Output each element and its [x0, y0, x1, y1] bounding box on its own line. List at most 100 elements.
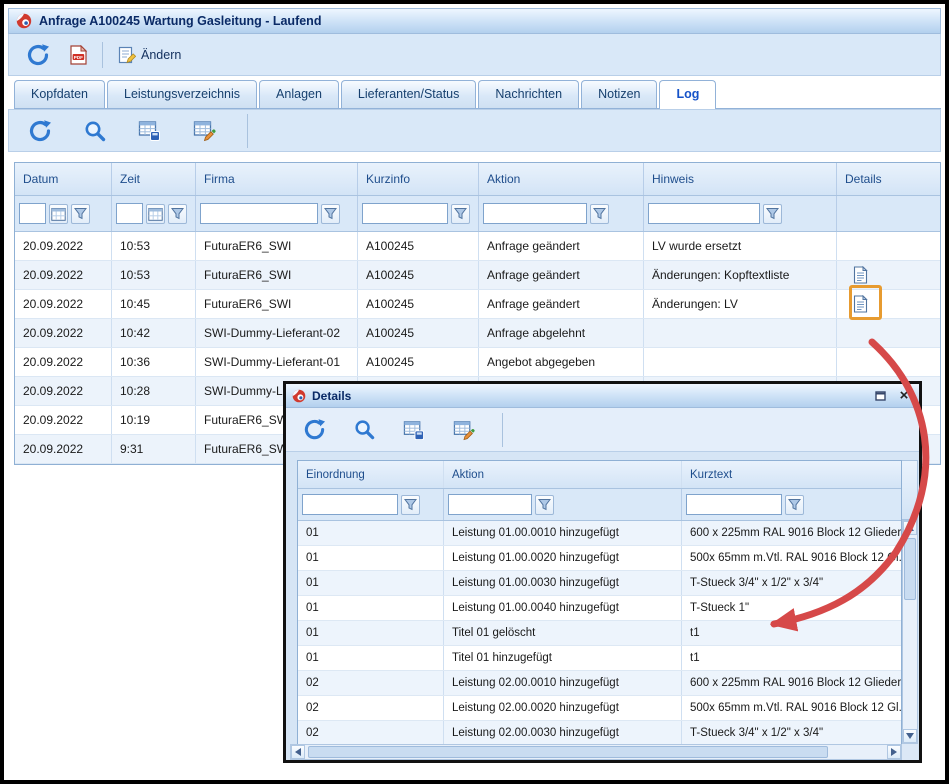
filter-kurztext-input[interactable] — [686, 494, 782, 515]
filter-cell-hinweis — [644, 196, 837, 231]
table-row[interactable]: 01 Leistung 01.00.0040 hinzugefügt T-Stu… — [298, 596, 901, 621]
pdf-export-button[interactable]: PDF — [65, 42, 92, 68]
column-header-datum[interactable]: Datum — [15, 163, 112, 195]
cell-kurzinfo: A100245 — [358, 232, 479, 260]
dialog-export-edit-button[interactable] — [448, 416, 480, 444]
scroll-right-icon[interactable] — [887, 745, 901, 759]
filter-funnel-icon[interactable] — [401, 495, 420, 515]
column-header-kurzinfo[interactable]: Kurzinfo — [358, 163, 479, 195]
table-row[interactable]: 20.09.2022 10:42 SWI-Dummy-Lieferant-02 … — [15, 319, 940, 348]
calendar-icon[interactable] — [49, 204, 68, 224]
filter-zeit-input[interactable] — [116, 203, 143, 224]
grid-export-edit-button[interactable] — [188, 116, 221, 145]
dialog-search-button[interactable] — [349, 416, 380, 443]
filter-einordnung-input[interactable] — [302, 494, 398, 515]
filter-funnel-icon[interactable] — [451, 204, 470, 224]
scroll-down-icon[interactable] — [903, 729, 917, 743]
table-row[interactable]: 02 Leistung 02.00.0030 hinzugefügt T-Stu… — [298, 721, 901, 746]
cell-kurztext: t1 — [682, 646, 901, 670]
cell-aktion: Leistung 01.00.0020 hinzugefügt — [444, 546, 682, 570]
cell-aktion: Leistung 01.00.0030 hinzugefügt — [444, 571, 682, 595]
column-header-kurztext[interactable]: Kurztext — [682, 461, 901, 488]
column-header-firma[interactable]: Firma — [196, 163, 358, 195]
app-logo-icon — [16, 13, 32, 29]
vertical-scrollbar[interactable] — [902, 520, 918, 744]
scrollbar-corner — [902, 744, 918, 760]
tab-lieferanten-status[interactable]: Lieferanten/Status — [341, 80, 476, 108]
filter-hinweis-input[interactable] — [648, 203, 760, 224]
column-header-details[interactable]: Details — [837, 163, 940, 195]
tab-leistungsverzeichnis[interactable]: Leistungsverzeichnis — [107, 80, 257, 108]
table-row[interactable]: 02 Leistung 02.00.0010 hinzugefügt 600 x… — [298, 671, 901, 696]
scrollbar-header-filler — [902, 460, 918, 520]
horizontal-scroll-thumb[interactable] — [308, 746, 828, 758]
column-header-zeit[interactable]: Zeit — [112, 163, 196, 195]
filter-funnel-icon[interactable] — [785, 495, 804, 515]
horizontal-scrollbar[interactable] — [290, 744, 902, 760]
restore-icon[interactable] — [871, 388, 889, 404]
filter-funnel-icon[interactable] — [321, 204, 340, 224]
main-toolbar: PDF Ändern — [8, 34, 941, 76]
tab-notizen[interactable]: Notizen — [581, 80, 657, 108]
highlight-annotation-box — [849, 285, 882, 320]
table-row[interactable]: 01 Leistung 01.00.0010 hinzugefügt 600 x… — [298, 521, 901, 546]
filter-funnel-icon[interactable] — [535, 495, 554, 515]
column-header-aktion[interactable]: Aktion — [444, 461, 682, 488]
vertical-scroll-thumb[interactable] — [904, 538, 916, 600]
refresh-button[interactable] — [21, 40, 55, 70]
grid-refresh-button[interactable] — [23, 116, 57, 146]
aendern-button[interactable]: Ändern — [113, 43, 186, 67]
table-row[interactable]: 02 Leistung 02.00.0020 hinzugefügt 500x … — [298, 696, 901, 721]
filter-aktion-input[interactable] — [448, 494, 532, 515]
cell-aktion: Leistung 01.00.0040 hinzugefügt — [444, 596, 682, 620]
table-row[interactable]: 20.09.2022 10:53 FuturaER6_SWI A100245 A… — [15, 261, 940, 290]
filter-cell-kurztext — [682, 489, 901, 520]
column-header-aktion[interactable]: Aktion — [479, 163, 644, 195]
filter-kurzinfo-input[interactable] — [362, 203, 448, 224]
details-document-icon[interactable] — [853, 266, 868, 284]
column-header-einordnung[interactable]: Einordnung — [298, 461, 444, 488]
filter-funnel-icon[interactable] — [763, 204, 782, 224]
scroll-up-icon[interactable] — [903, 521, 917, 535]
dialog-export-button[interactable] — [398, 416, 430, 444]
tab-nachrichten[interactable]: Nachrichten — [478, 80, 579, 108]
tab-anlagen[interactable]: Anlagen — [259, 80, 339, 108]
details-dialog: Details × — [283, 381, 922, 763]
cell-firma: FuturaER6_SWI — [196, 232, 358, 260]
calendar-icon[interactable] — [146, 204, 165, 224]
cell-hinweis: Änderungen: Kopftextliste — [644, 261, 837, 289]
grid-toolbar — [8, 109, 941, 152]
cell-firma: SWI-Dummy-Lieferant-01 — [196, 348, 358, 376]
dialog-refresh-button[interactable] — [298, 415, 331, 444]
filter-funnel-icon[interactable] — [590, 204, 609, 224]
search-icon — [354, 419, 375, 440]
tab-kopfdaten[interactable]: Kopfdaten — [14, 80, 105, 108]
table-row[interactable]: 20.09.2022 10:36 SWI-Dummy-Lieferant-01 … — [15, 348, 940, 377]
filter-datum-input[interactable] — [19, 203, 46, 224]
scroll-left-icon[interactable] — [291, 745, 305, 759]
grid-export-button[interactable] — [133, 116, 166, 145]
close-icon[interactable]: × — [895, 388, 913, 404]
cell-einordnung: 01 — [298, 646, 444, 670]
table-row[interactable]: 20.09.2022 10:53 FuturaER6_SWI A100245 A… — [15, 232, 940, 261]
cell-hinweis — [644, 348, 837, 376]
grid-search-button[interactable] — [79, 117, 111, 145]
table-row[interactable]: 01 Titel 01 hinzugefügt t1 — [298, 646, 901, 671]
refresh-icon — [303, 418, 326, 441]
cell-kurztext: 600 x 225mm RAL 9016 Block 12 Glieder — [682, 521, 901, 545]
table-row[interactable]: 20.09.2022 10:45 FuturaER6_SWI A100245 A… — [15, 290, 940, 319]
table-row[interactable]: 01 Titel 01 gelöscht t1 — [298, 621, 901, 646]
filter-aktion-input[interactable] — [483, 203, 587, 224]
filter-firma-input[interactable] — [200, 203, 318, 224]
dialog-titlebar[interactable]: Details × — [286, 384, 919, 408]
cell-datum: 20.09.2022 — [15, 319, 112, 347]
table-row[interactable]: 01 Leistung 01.00.0020 hinzugefügt 500x … — [298, 546, 901, 571]
table-row[interactable]: 01 Leistung 01.00.0030 hinzugefügt T-Stu… — [298, 571, 901, 596]
cell-details — [837, 232, 940, 260]
cell-einordnung: 01 — [298, 596, 444, 620]
column-header-hinweis[interactable]: Hinweis — [644, 163, 837, 195]
filter-cell-datum — [15, 196, 112, 231]
filter-funnel-icon[interactable] — [168, 204, 187, 224]
filter-funnel-icon[interactable] — [71, 204, 90, 224]
tab-log[interactable]: Log — [659, 80, 716, 109]
